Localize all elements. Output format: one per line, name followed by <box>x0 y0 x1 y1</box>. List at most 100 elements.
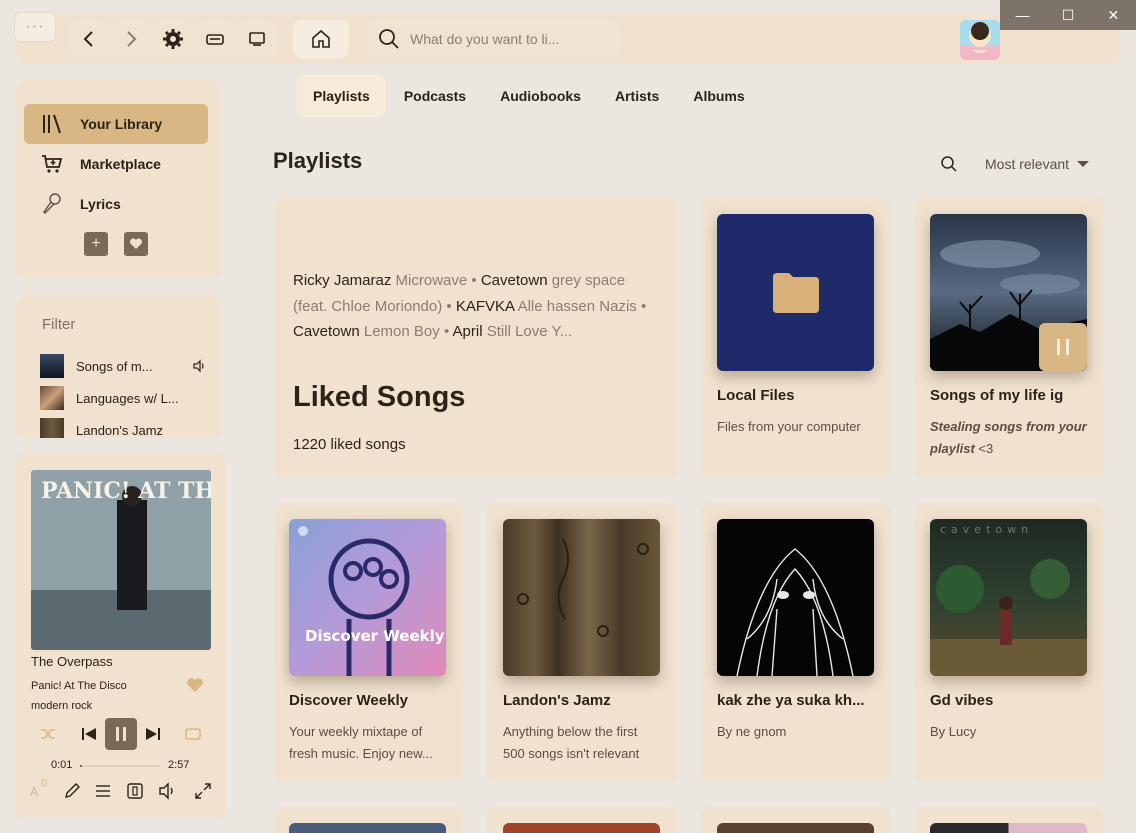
list-item[interactable]: Songs of m... <box>40 354 210 378</box>
next-button[interactable] <box>143 724 163 744</box>
chevron-left-icon <box>83 31 93 47</box>
total-time: 2:57 <box>168 759 190 771</box>
page-title: Playlists <box>273 148 363 173</box>
lyrics-button[interactable]: A D <box>28 778 50 802</box>
card-title: Discover Weekly <box>289 692 408 709</box>
filter-input[interactable]: Filter <box>42 316 75 333</box>
play-pause-button[interactable] <box>105 718 137 750</box>
window-controls: — ☐ ✕ <box>1000 0 1136 30</box>
back-button[interactable] <box>69 20 109 58</box>
search-input[interactable] <box>410 31 610 47</box>
pencil-icon <box>65 783 80 798</box>
repeat-button[interactable] <box>183 724 203 744</box>
playlist-card-local-files[interactable]: Local Files Files from your computer <box>701 198 890 478</box>
liked-songs-card[interactable]: Ricky Jamaraz Microwave • Cavetown grey … <box>273 198 677 478</box>
card-subtitle: Your weekly mixtape of fresh music. Enjo… <box>289 724 433 761</box>
search-box[interactable] <box>366 20 620 58</box>
avatar[interactable] <box>960 20 1000 60</box>
gear-icon <box>163 29 183 49</box>
playlist-art <box>289 823 446 833</box>
playlist-card[interactable] <box>273 807 463 833</box>
card-subtitle: Files from your computer <box>717 419 861 434</box>
playlist-art <box>503 823 660 833</box>
playlist-pause-button[interactable] <box>1039 323 1087 371</box>
pencil-button[interactable] <box>61 780 83 802</box>
devices-button[interactable] <box>195 20 235 58</box>
playlist-card-gd-vibes[interactable]: cavetown Gd vibes By Lucy <box>914 503 1104 782</box>
playlist-card[interactable] <box>487 807 677 833</box>
library-icon <box>40 112 64 136</box>
sidebar-item-marketplace[interactable]: Marketplace <box>24 144 208 184</box>
card-subtitle: Stealing songs from your playlist <3 <box>930 419 1087 456</box>
sidebar-nav: Your Library Marketplace Lyrics + <box>16 80 222 278</box>
card-title: Songs of my life ig <box>930 387 1064 404</box>
radio-icon <box>206 34 224 45</box>
cart-icon <box>40 152 64 176</box>
library-tabs: Playlists Podcasts Audiobooks Artists Al… <box>297 75 763 117</box>
create-playlist-button[interactable]: + <box>84 232 108 256</box>
pause-icon <box>1057 339 1069 355</box>
settings-button[interactable] <box>153 20 193 58</box>
now-playing-panel: PANIC! AT THE DISCO PRAY FOR THE WICKED … <box>16 454 225 818</box>
home-button[interactable] <box>293 20 349 58</box>
album-cover-text: PANIC! AT THE DISCO PRAY FOR THE WICKED <box>41 478 211 504</box>
list-item[interactable]: Landon's Jamz <box>40 418 210 438</box>
list-item[interactable]: Languages w/ L... <box>40 386 210 410</box>
liked-songs-button[interactable] <box>124 232 148 256</box>
sidebar-item-lyrics[interactable]: Lyrics <box>24 184 208 224</box>
previous-button[interactable] <box>79 724 99 744</box>
playlist-card[interactable] <box>914 807 1104 833</box>
close-button[interactable]: ✕ <box>1091 0 1136 30</box>
playlist-card[interactable] <box>701 807 890 833</box>
tab-audiobooks[interactable]: Audiobooks <box>484 75 597 117</box>
sidebar-item-your-library[interactable]: Your Library <box>24 104 208 144</box>
caret-down-icon[interactable] <box>1077 160 1090 168</box>
volume-button[interactable] <box>156 780 178 802</box>
playlist-thumbnail <box>40 386 64 410</box>
progress-bar[interactable] <box>80 765 160 767</box>
playlist-card-songs-of-my-life[interactable]: Songs of my life ig Stealing songs from … <box>914 198 1104 478</box>
device-icon <box>127 783 143 799</box>
skip-forward-icon <box>146 728 160 740</box>
user-avatar-icon <box>960 20 1000 60</box>
tab-artists[interactable]: Artists <box>599 75 675 117</box>
expand-icon <box>195 783 211 799</box>
track-title[interactable]: The Overpass <box>31 654 113 669</box>
sort-dropdown[interactable]: Most relevant <box>985 156 1069 172</box>
playlist-art <box>717 519 874 676</box>
playlist-card-discover-weekly[interactable]: Discover Weekly Discover Weekly Your wee… <box>273 503 463 782</box>
lyrics-badge: D <box>41 778 48 788</box>
menu-button[interactable]: ··· <box>14 12 56 42</box>
card-subtitle: Anything below the first 500 songs isn't… <box>503 724 640 761</box>
search-icon[interactable] <box>940 155 958 173</box>
connect-device-button[interactable] <box>124 780 146 802</box>
tab-podcasts[interactable]: Podcasts <box>388 75 482 117</box>
sort-controls: Most relevant <box>940 152 1100 176</box>
tab-albums[interactable]: Albums <box>677 75 760 117</box>
card-title: Landon's Jamz <box>503 692 611 709</box>
album-cover[interactable]: PANIC! AT THE DISCO PRAY FOR THE WICKED <box>31 470 211 650</box>
playlist-card-kak-zhe[interactable]: kak zhe ya suka kh... By ne gnom <box>701 503 890 782</box>
minimize-button[interactable]: — <box>1000 0 1045 30</box>
queue-button[interactable] <box>92 780 114 802</box>
tab-playlists[interactable]: Playlists <box>297 75 386 117</box>
playlist-art <box>503 519 660 676</box>
like-track-button[interactable] <box>186 676 204 694</box>
fullscreen-button[interactable] <box>192 780 214 802</box>
repeat-icon <box>185 728 201 740</box>
playlist-thumbnail <box>40 354 64 378</box>
pause-icon <box>116 727 126 741</box>
list-item-label: Songs of m... <box>76 358 153 374</box>
playlist-card-landons-jamz[interactable]: Landon's Jamz Anything below the first 5… <box>487 503 677 782</box>
heart-icon <box>187 678 203 692</box>
heart-icon <box>129 238 143 249</box>
miniplayer-button[interactable] <box>237 20 277 58</box>
liked-songs-preview: Ricky Jamaraz Microwave • Cavetown grey … <box>293 272 647 340</box>
maximize-button[interactable]: ☐ <box>1045 0 1090 30</box>
playlist-art <box>717 214 874 371</box>
folder-icon <box>772 272 819 313</box>
shuffle-button[interactable] <box>38 724 58 744</box>
track-artist[interactable]: Panic! At The Disco <box>31 680 127 692</box>
forward-button[interactable] <box>111 20 151 58</box>
volume-icon <box>159 782 173 800</box>
